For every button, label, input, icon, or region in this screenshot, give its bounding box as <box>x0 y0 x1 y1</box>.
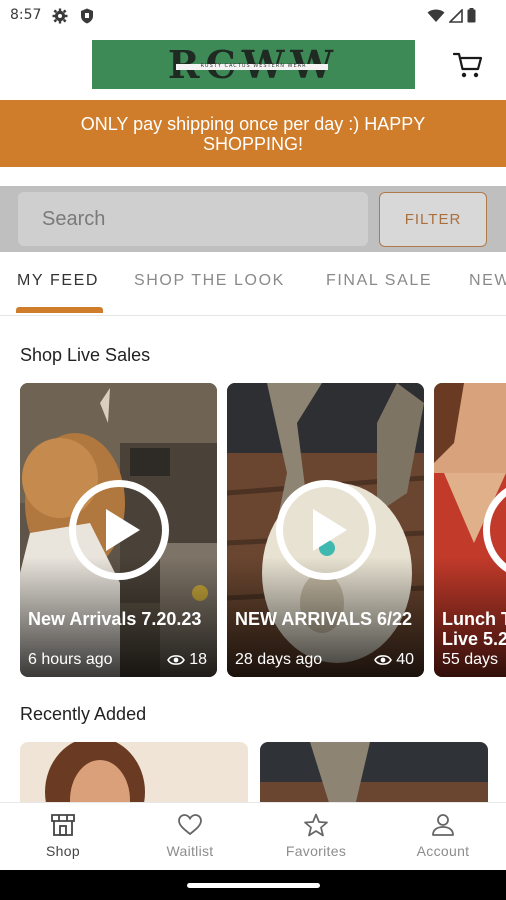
promo-banner: ONLY pay shipping once per day :) HAPPY … <box>0 100 506 167</box>
person-icon <box>432 814 454 836</box>
star-icon <box>304 813 328 837</box>
system-gesture-bar <box>0 870 506 900</box>
logo-subtext: RUSTY CACTUS WESTERN WEAR <box>200 63 307 69</box>
product-card[interactable] <box>260 742 488 806</box>
cart-button[interactable] <box>450 48 486 82</box>
live-sale-card[interactable]: Lunch Time Live 5.2 55 days <box>434 383 506 677</box>
live-sale-card[interactable]: NEW ARRIVALS 6/22 28 days ago 40 <box>227 383 424 677</box>
settings-gear-icon <box>52 8 68 24</box>
heart-icon <box>178 814 202 836</box>
view-count-value: 18 <box>189 651 207 668</box>
nav-favorites-label: Favorites <box>285 843 347 859</box>
storefront-icon <box>51 814 75 836</box>
feed-tabs: MY FEED SHOP THE LOOK FINAL SALE NEW <box>0 252 506 316</box>
live-sale-title: Lunch Time Live 5.2 <box>442 609 506 649</box>
nav-shop[interactable]: Shop <box>0 803 126 871</box>
play-button[interactable] <box>276 480 376 580</box>
play-icon <box>313 509 347 551</box>
shield-icon <box>81 8 93 24</box>
app-header: RCWW RUSTY CACTUS WESTERN WEAR <box>0 32 506 100</box>
home-gesture-handle[interactable] <box>187 883 320 888</box>
live-sales-title: Shop Live Sales <box>20 345 151 365</box>
live-sale-time: 55 days <box>442 651 499 668</box>
active-tab-indicator <box>16 307 103 313</box>
nav-account[interactable]: Account <box>380 803 506 871</box>
recently-added-title: Recently Added <box>20 704 147 724</box>
live-sale-time: 6 hours ago <box>28 651 113 668</box>
cart-icon <box>453 52 483 78</box>
play-icon <box>106 509 140 551</box>
tab-new[interactable]: NEW <box>469 272 506 290</box>
live-sale-time: 28 days ago <box>235 651 323 668</box>
tab-my-feed[interactable]: MY FEED <box>17 272 99 290</box>
system-indicators <box>427 8 476 23</box>
search-input[interactable] <box>18 192 368 246</box>
live-sale-card[interactable]: New Arrivals 7.20.23 6 hours ago 18 <box>20 383 217 677</box>
eye-icon <box>167 655 186 665</box>
eye-icon <box>374 655 393 665</box>
nav-account-label: Account <box>416 843 470 859</box>
wifi-icon <box>427 9 445 22</box>
tab-shop-the-look[interactable]: SHOP THE LOOK <box>134 272 285 290</box>
search-bar: FILTER <box>0 186 506 252</box>
play-button[interactable] <box>69 480 169 580</box>
tab-final-sale[interactable]: FINAL SALE <box>326 272 432 290</box>
bottom-navigation: Shop Waitlist Favorites Account <box>0 802 506 870</box>
nav-waitlist-label: Waitlist <box>166 843 214 859</box>
filter-button[interactable]: FILTER <box>379 192 487 247</box>
status-bar: 8:57 <box>0 0 506 32</box>
product-thumbnail <box>260 742 488 806</box>
nav-waitlist[interactable]: Waitlist <box>127 803 253 871</box>
view-count-value: 40 <box>396 651 414 668</box>
status-time: 8:57 <box>10 7 42 23</box>
battery-icon <box>467 8 476 23</box>
nav-shop-label: Shop <box>46 843 80 859</box>
view-count: 18 <box>167 651 207 669</box>
live-sale-title: NEW ARRIVALS 6/22 <box>235 609 413 629</box>
signal-icon <box>449 8 463 23</box>
product-card[interactable] <box>20 742 248 806</box>
live-sale-title: New Arrivals 7.20.23 <box>28 609 202 629</box>
product-thumbnail <box>20 742 248 806</box>
brand-logo[interactable]: RCWW RUSTY CACTUS WESTERN WEAR <box>92 40 415 89</box>
nav-favorites[interactable]: Favorites <box>253 803 379 871</box>
view-count: 40 <box>374 651 414 669</box>
